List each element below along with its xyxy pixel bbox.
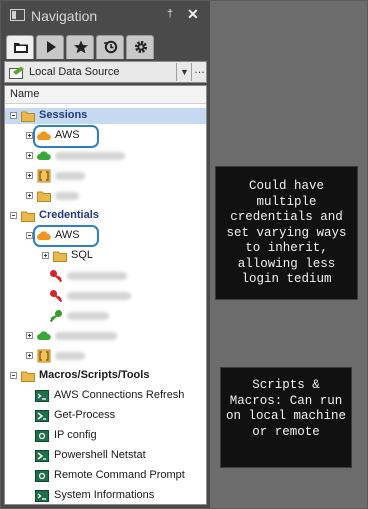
tree-item-macro[interactable]: Powershell Netstat xyxy=(5,448,206,464)
window: Navigation † ✕ Local Data Source ▼ … Nam… xyxy=(0,0,368,509)
script-icon xyxy=(35,390,49,402)
macros-callout: Scripts & Macros: Can run on local machi… xyxy=(220,367,352,468)
command-prompt-icon xyxy=(35,430,49,442)
play-icon xyxy=(47,41,56,53)
redacted-label xyxy=(55,152,125,160)
tree-item-sql[interactable]: SQL xyxy=(5,248,206,264)
chevron-down-icon[interactable]: ▼ xyxy=(176,63,192,81)
expand-toggle[interactable] xyxy=(26,332,33,339)
tree-group-macros[interactable]: Macros/Scripts/Tools xyxy=(5,368,206,384)
redacted-label xyxy=(67,312,109,320)
tab-run[interactable] xyxy=(36,35,64,59)
redacted-label xyxy=(55,172,85,180)
tree-label-sql: SQL xyxy=(71,249,94,261)
folder-bracket-icon xyxy=(37,169,51,183)
redacted-label xyxy=(55,192,79,200)
gear-icon xyxy=(135,41,147,53)
column-header-label: Name xyxy=(10,88,40,100)
tree-item-macro[interactable]: System Informations xyxy=(5,488,206,504)
collapse-toggle[interactable] xyxy=(10,372,17,379)
panel-title: Navigation xyxy=(31,8,98,24)
tree-label-macro: Powershell Netstat xyxy=(54,449,146,461)
collapse-toggle[interactable] xyxy=(26,232,33,239)
tab-settings[interactable] xyxy=(126,35,154,59)
expand-toggle[interactable] xyxy=(26,152,33,159)
expand-toggle[interactable] xyxy=(26,352,33,359)
tree-label-macro: Remote Command Prompt xyxy=(54,469,185,481)
green-cloud-icon xyxy=(37,331,51,340)
key-green-icon xyxy=(49,310,62,323)
key-red-icon xyxy=(50,270,63,283)
command-prompt-icon xyxy=(35,470,49,482)
highlight-ring xyxy=(33,225,99,247)
redacted-label xyxy=(67,292,131,300)
tree-label-macro: AWS Connections Refresh xyxy=(54,389,185,401)
tree-item-blurred[interactable] xyxy=(5,308,206,324)
tree-item-blurred[interactable] xyxy=(5,328,206,344)
tree-label-sessions: Sessions xyxy=(39,109,88,121)
expand-toggle[interactable] xyxy=(42,252,49,259)
tree-label-macro: Get-Process xyxy=(54,409,116,421)
tree-group-sessions[interactable]: Sessions xyxy=(5,108,206,124)
collapse-toggle[interactable] xyxy=(10,212,17,219)
tree-label-macro: IP config xyxy=(54,429,97,441)
navigation-tree: Name Sessions AWS Credentials AWS SQL Ma… xyxy=(4,85,207,505)
tab-favorites[interactable] xyxy=(66,35,94,59)
redacted-label xyxy=(67,272,127,280)
data-source-selector[interactable]: Local Data Source ▼ … xyxy=(4,61,207,83)
tree-item-blurred[interactable] xyxy=(5,188,206,204)
history-icon xyxy=(104,40,118,54)
expand-toggle[interactable] xyxy=(26,192,33,199)
navigation-panel: Navigation † ✕ Local Data Source ▼ … Nam… xyxy=(1,1,210,508)
data-source-label: Local Data Source xyxy=(29,66,120,78)
panel-icon xyxy=(10,9,25,21)
folder-icon xyxy=(53,251,67,262)
folder-icon xyxy=(14,43,28,53)
tree-item-macro[interactable]: Get-Process xyxy=(5,408,206,424)
panel-titlebar: Navigation † ✕ xyxy=(1,1,210,31)
tab-history[interactable] xyxy=(96,35,124,59)
redacted-label xyxy=(55,332,117,340)
tree-item-blurred[interactable] xyxy=(5,148,206,164)
collapse-toggle[interactable] xyxy=(10,112,17,119)
tree-item-macro[interactable]: Remote Command Prompt xyxy=(5,468,206,484)
tree-item-blurred[interactable] xyxy=(5,168,206,184)
folder-bracket-icon xyxy=(37,349,51,363)
tree-label-macros: Macros/Scripts/Tools xyxy=(39,369,150,381)
folder-icon xyxy=(21,211,35,222)
more-options-button[interactable]: … xyxy=(191,63,207,81)
expand-toggle[interactable] xyxy=(26,132,33,139)
powershell-icon xyxy=(35,410,49,422)
key-red-icon xyxy=(50,290,63,303)
credentials-callout: Could have multiple credentials and set … xyxy=(215,166,358,300)
folder-icon xyxy=(21,111,35,122)
pin-icon[interactable]: † xyxy=(167,8,173,20)
close-icon[interactable]: ✕ xyxy=(187,6,199,23)
tree-item-macro[interactable]: IP config xyxy=(5,428,206,444)
highlight-ring xyxy=(33,125,99,148)
powershell-icon xyxy=(35,450,49,462)
redacted-label xyxy=(55,352,85,360)
data-source-icon xyxy=(9,66,24,79)
expand-toggle[interactable] xyxy=(26,172,33,179)
tree-item-blurred[interactable] xyxy=(5,288,206,304)
star-icon xyxy=(74,40,88,54)
column-header-name[interactable]: Name xyxy=(5,86,206,104)
tree-label-macro: System Informations xyxy=(54,489,155,501)
folder-icon xyxy=(21,371,35,382)
folder-icon xyxy=(37,191,51,202)
tab-navigation[interactable] xyxy=(6,35,34,59)
tree-item-macro[interactable]: AWS Connections Refresh xyxy=(5,388,206,404)
tree-item-blurred[interactable] xyxy=(5,268,206,284)
tree-item-blurred[interactable] xyxy=(5,348,206,364)
tree-label-credentials: Credentials xyxy=(39,209,99,221)
script-icon xyxy=(35,490,49,502)
tree-group-credentials[interactable]: Credentials xyxy=(5,208,206,224)
green-cloud-icon xyxy=(37,151,51,160)
